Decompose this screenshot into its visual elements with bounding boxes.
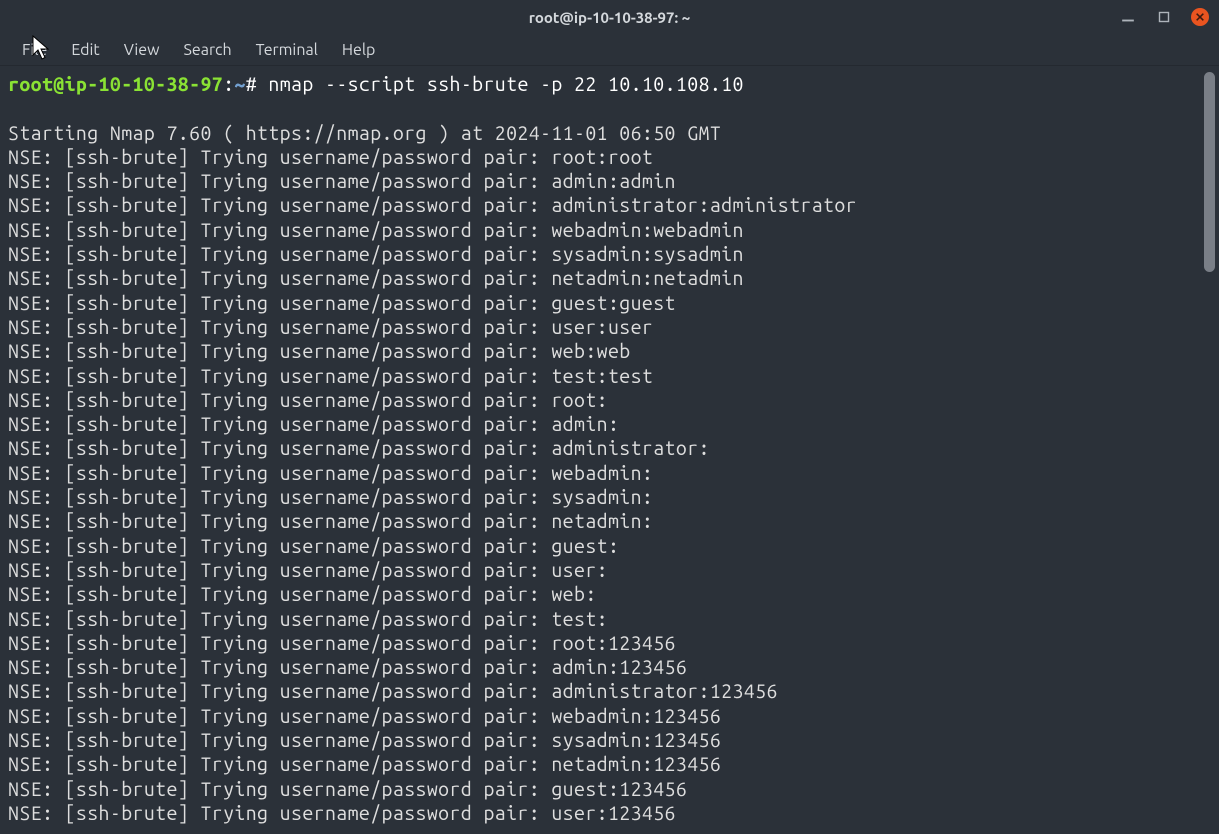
scrollbar-thumb[interactable]: [1204, 72, 1215, 272]
close-button[interactable]: [1191, 8, 1209, 26]
prompt-path: ~: [234, 73, 245, 95]
output-line: NSE: [ssh-brute] Trying username/passwor…: [8, 778, 687, 800]
menu-terminal[interactable]: Terminal: [244, 37, 330, 63]
window-titlebar: root@ip-10-10-38-97: ~: [0, 0, 1219, 34]
menu-bar: File Edit View Search Terminal Help: [0, 34, 1219, 66]
terminal-viewport[interactable]: root@ip-10-10-38-97:~# nmap --script ssh…: [0, 66, 1219, 834]
output-line: NSE: [ssh-brute] Trying username/passwor…: [8, 802, 676, 824]
output-line: NSE: [ssh-brute] Trying username/passwor…: [8, 243, 744, 265]
output-line: NSE: [ssh-brute] Trying username/passwor…: [8, 365, 653, 387]
output-line: NSE: [ssh-brute] Trying username/passwor…: [8, 389, 608, 411]
menu-help[interactable]: Help: [330, 37, 388, 63]
output-line: NSE: [ssh-brute] Trying username/passwor…: [8, 535, 619, 557]
output-line: NSE: [ssh-brute] Trying username/passwor…: [8, 413, 619, 435]
output-line: NSE: [ssh-brute] Trying username/passwor…: [8, 340, 631, 362]
prompt-colon: :: [223, 73, 234, 95]
output-line: NSE: [ssh-brute] Trying username/passwor…: [8, 267, 744, 289]
menu-edit[interactable]: Edit: [59, 37, 111, 63]
menu-search[interactable]: Search: [172, 37, 244, 63]
terminal-content[interactable]: root@ip-10-10-38-97:~# nmap --script ssh…: [8, 72, 1211, 825]
menu-view[interactable]: View: [112, 37, 172, 63]
menu-file[interactable]: File: [10, 37, 59, 63]
output-line: NSE: [ssh-brute] Trying username/passwor…: [8, 705, 721, 727]
output-line: NSE: [ssh-brute] Trying username/passwor…: [8, 146, 653, 168]
output-line: NSE: [ssh-brute] Trying username/passwor…: [8, 316, 653, 338]
output-line: NSE: [ssh-brute] Trying username/passwor…: [8, 437, 710, 459]
output-line: NSE: [ssh-brute] Trying username/passwor…: [8, 194, 857, 216]
output-line: NSE: [ssh-brute] Trying username/passwor…: [8, 632, 676, 654]
output-line: NSE: [ssh-brute] Trying username/passwor…: [8, 729, 721, 751]
output-line: NSE: [ssh-brute] Trying username/passwor…: [8, 608, 608, 630]
prompt-symbol: #: [246, 73, 257, 95]
output-line: NSE: [ssh-brute] Trying username/passwor…: [8, 583, 597, 605]
output-line: NSE: [ssh-brute] Trying username/passwor…: [8, 292, 676, 314]
window-title: root@ip-10-10-38-97: ~: [529, 9, 690, 26]
output-line: NSE: [ssh-brute] Trying username/passwor…: [8, 753, 721, 775]
output-start-line: Starting Nmap 7.60 ( https://nmap.org ) …: [8, 122, 721, 144]
output-line: NSE: [ssh-brute] Trying username/passwor…: [8, 559, 608, 581]
prompt-user-host: root@ip-10-10-38-97: [8, 73, 223, 95]
output-line: NSE: [ssh-brute] Trying username/passwor…: [8, 680, 778, 702]
output-line: NSE: [ssh-brute] Trying username/passwor…: [8, 510, 653, 532]
output-line: NSE: [ssh-brute] Trying username/passwor…: [8, 219, 744, 241]
maximize-button[interactable]: [1155, 8, 1173, 26]
minimize-button[interactable]: [1119, 8, 1137, 26]
output-line: NSE: [ssh-brute] Trying username/passwor…: [8, 462, 653, 484]
window-controls: [1119, 0, 1209, 34]
output-line: NSE: [ssh-brute] Trying username/passwor…: [8, 170, 676, 192]
output-line: NSE: [ssh-brute] Trying username/passwor…: [8, 486, 653, 508]
output-line: NSE: [ssh-brute] Trying username/passwor…: [8, 656, 687, 678]
command-text: nmap --script ssh-brute -p 22 10.10.108.…: [268, 73, 743, 95]
